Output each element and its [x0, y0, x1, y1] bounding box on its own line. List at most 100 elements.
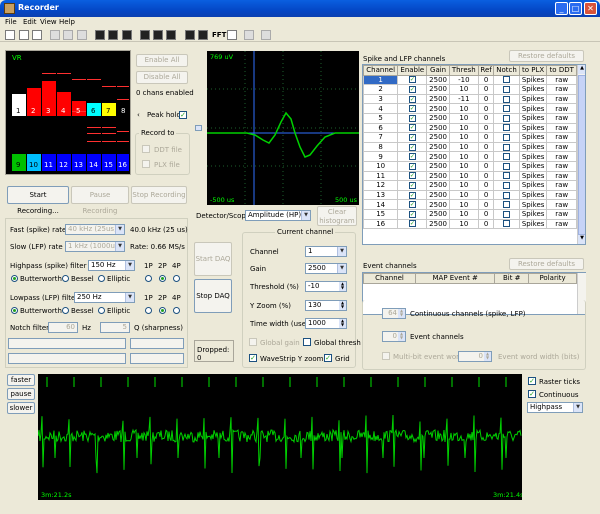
- to-plx-cell[interactable]: Spikes: [518, 84, 548, 95]
- table-scrollbar[interactable]: ▲ ▼: [577, 65, 585, 244]
- menu-view[interactable]: View: [40, 18, 57, 26]
- wave-view-icon[interactable]: [95, 30, 105, 40]
- enable-checkbox[interactable]: ✓: [397, 208, 428, 220]
- empty-checkbox-icon[interactable]: [503, 85, 511, 93]
- empty-checkbox-icon[interactable]: [503, 210, 511, 218]
- table-row[interactable]: 1 ✓ 2500 -10 0 Spikes raw: [363, 74, 577, 86]
- to-plx-cell[interactable]: Spikes: [518, 151, 548, 162]
- ref-cell[interactable]: 0: [477, 103, 495, 114]
- thresh-cell[interactable]: 10: [448, 112, 479, 124]
- menu-file[interactable]: File: [5, 18, 17, 26]
- save-icon[interactable]: [32, 30, 42, 40]
- y-zoom-input[interactable]: 130 ▲ ▼: [305, 300, 347, 311]
- ref-cell[interactable]: 0: [477, 199, 495, 210]
- to-ddt-cell[interactable]: raw: [546, 180, 577, 191]
- col-ref[interactable]: Ref: [477, 65, 495, 76]
- check-icon[interactable]: ✓: [408, 124, 416, 132]
- multibit-checkbox[interactable]: [382, 352, 390, 360]
- empty-checkbox-icon[interactable]: [503, 124, 511, 132]
- to-ddt-cell[interactable]: raw: [546, 218, 577, 230]
- enable-checkbox[interactable]: ✓: [397, 170, 428, 182]
- open-icon[interactable]: [19, 30, 29, 40]
- pause-recording-button[interactable]: Pause Recording: [71, 186, 129, 215]
- channel-cell[interactable]: 12: [363, 180, 399, 191]
- col-polarity[interactable]: Polarity: [528, 273, 577, 284]
- table-row[interactable]: 15 ✓ 2500 10 0 Spikes raw: [363, 208, 577, 220]
- empty-checkbox-icon[interactable]: [503, 133, 511, 141]
- check-icon[interactable]: ✓: [408, 76, 416, 84]
- to-ddt-cell[interactable]: raw: [546, 103, 577, 114]
- enable-checkbox[interactable]: ✓: [397, 74, 428, 86]
- channel-cell[interactable]: 5: [363, 112, 399, 124]
- table-row[interactable]: 14 ✓ 2500 10 0 Spikes raw: [363, 199, 577, 210]
- highpass-bessel-radio[interactable]: [62, 275, 69, 282]
- thresh-cell[interactable]: 10: [448, 218, 479, 230]
- channel-cell[interactable]: 16: [363, 218, 399, 230]
- empty-checkbox-icon[interactable]: [503, 191, 511, 199]
- spinner-icon[interactable]: ▲ ▼: [339, 301, 346, 310]
- spinner-icon[interactable]: ▲ ▼: [339, 282, 346, 291]
- gain-cell[interactable]: 2500: [426, 103, 450, 114]
- enable-checkbox[interactable]: ✓: [397, 218, 428, 230]
- maximize-button[interactable]: □: [569, 2, 582, 15]
- col-channel[interactable]: Channel: [363, 65, 399, 76]
- col-to-ddt[interactable]: to DDT: [546, 65, 577, 76]
- to-plx-cell[interactable]: Spikes: [518, 103, 548, 114]
- ref-cell[interactable]: 0: [477, 74, 495, 86]
- check-icon[interactable]: ✓: [408, 201, 416, 209]
- lowpass-butterworth-radio[interactable]: [11, 307, 18, 314]
- highpass-elliptic-radio[interactable]: [98, 275, 105, 282]
- check-icon[interactable]: ✓: [408, 153, 416, 161]
- notch-checkbox[interactable]: [493, 103, 520, 114]
- to-ddt-cell[interactable]: raw: [546, 112, 577, 124]
- channel-cell[interactable]: 7: [363, 132, 399, 143]
- channel-cell[interactable]: 2: [363, 84, 399, 95]
- to-ddt-cell[interactable]: raw: [546, 170, 577, 182]
- spinner-icon[interactable]: ▲ ▼: [398, 332, 405, 341]
- disable-all-button[interactable]: Disable All: [136, 71, 188, 84]
- ref-cell[interactable]: 0: [477, 84, 495, 95]
- table-row[interactable]: 12 ✓ 2500 10 0 Spikes raw: [363, 180, 577, 191]
- notch-checkbox[interactable]: [493, 199, 520, 210]
- highpass-4p-radio[interactable]: [173, 275, 180, 282]
- thresh-cell[interactable]: 10: [448, 170, 479, 182]
- close-button[interactable]: ✕: [584, 2, 597, 15]
- channel-cell[interactable]: 15: [363, 208, 399, 220]
- thresh-cell[interactable]: 10: [448, 103, 479, 114]
- notch-checkbox[interactable]: [493, 151, 520, 162]
- notch-checkbox[interactable]: [493, 180, 520, 191]
- layout-icon-1[interactable]: [140, 30, 150, 40]
- thresh-cell[interactable]: 10: [448, 122, 479, 134]
- ref-cell[interactable]: 0: [477, 189, 495, 201]
- gain-cell[interactable]: 2500: [426, 141, 450, 153]
- raster-ticks-checkbox[interactable]: ✓: [528, 377, 536, 385]
- restore-defaults-button[interactable]: Restore defaults: [509, 50, 584, 62]
- global-gain-checkbox[interactable]: [249, 338, 257, 346]
- clear-histogram-button[interactable]: Clear histogram: [317, 206, 357, 226]
- thresh-cell[interactable]: 10: [448, 84, 479, 95]
- table-row[interactable]: 16 ✓ 2500 10 0 Spikes raw: [363, 218, 577, 230]
- plx-file-checkbox[interactable]: [142, 160, 150, 168]
- thresh-cell[interactable]: 10: [448, 141, 479, 153]
- to-plx-cell[interactable]: Spikes: [518, 122, 548, 134]
- check-icon[interactable]: ✓: [408, 220, 416, 228]
- gain-cell[interactable]: 2500: [426, 93, 450, 105]
- to-ddt-cell[interactable]: raw: [546, 189, 577, 201]
- empty-checkbox-icon[interactable]: [503, 172, 511, 180]
- to-plx-cell[interactable]: Spikes: [518, 170, 548, 182]
- col-notch[interactable]: Notch: [493, 65, 520, 76]
- faster-button[interactable]: faster: [7, 374, 35, 386]
- col-to-plx[interactable]: to PLX: [518, 65, 548, 76]
- to-ddt-cell[interactable]: raw: [546, 208, 577, 220]
- layout-icon-2[interactable]: [153, 30, 163, 40]
- threshold-slider-thumb[interactable]: [195, 125, 202, 131]
- to-ddt-cell[interactable]: raw: [546, 199, 577, 210]
- thresh-cell[interactable]: 10: [448, 180, 479, 191]
- check-icon[interactable]: ✓: [408, 191, 416, 199]
- channel-cell[interactable]: 11: [363, 170, 399, 182]
- gain-cell[interactable]: 2500: [426, 218, 450, 230]
- thresh-cell[interactable]: -11: [448, 93, 479, 105]
- table-row[interactable]: 2 ✓ 2500 10 0 Spikes raw: [363, 84, 577, 95]
- strip-filter-select[interactable]: Highpass ▼: [527, 402, 583, 413]
- bars-icon[interactable]: [244, 30, 254, 40]
